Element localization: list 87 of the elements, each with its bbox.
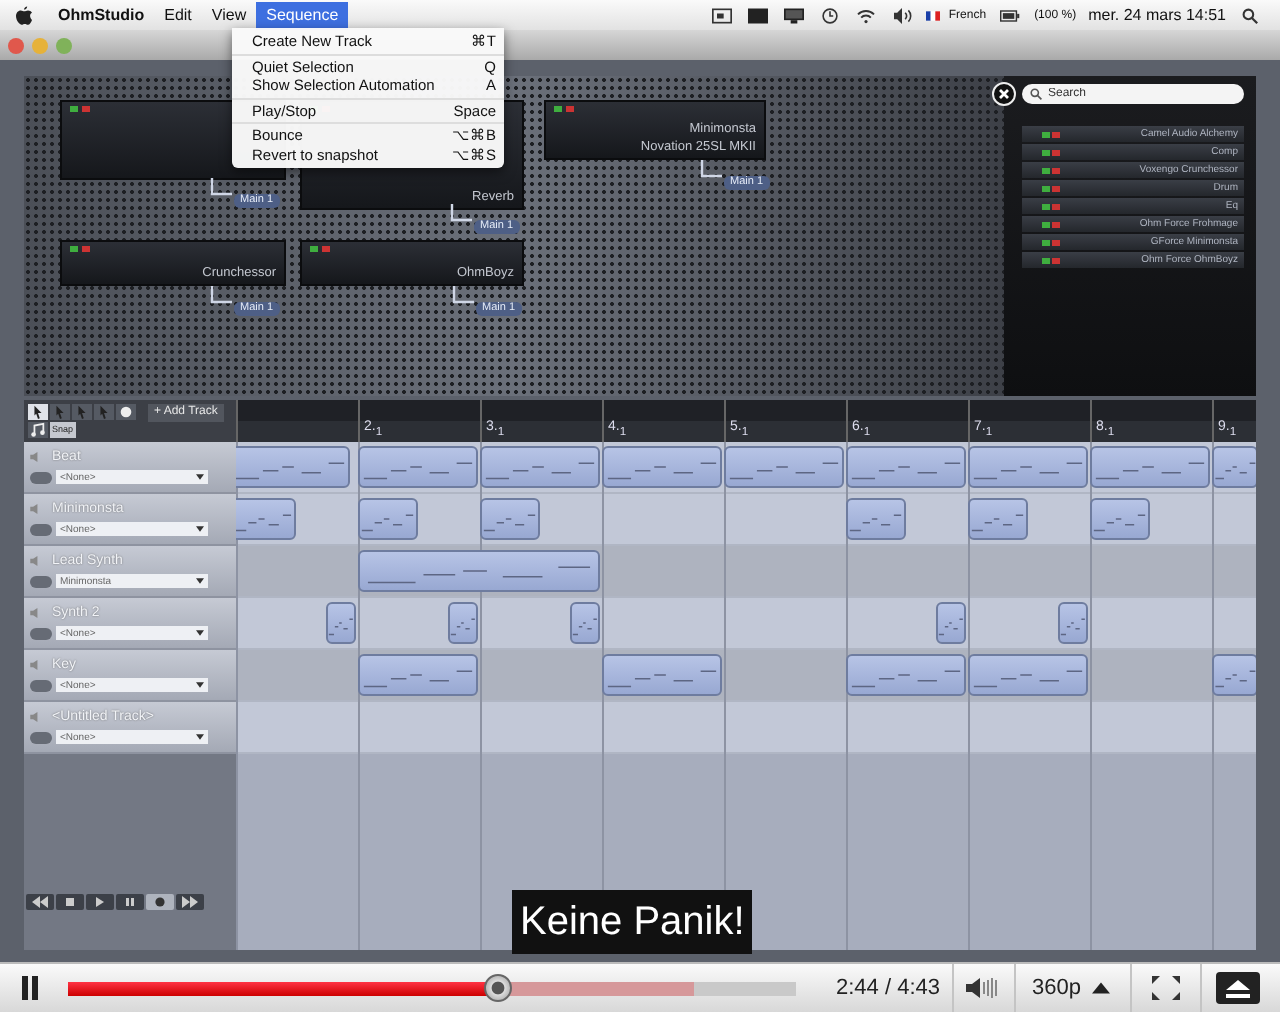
toggle-button[interactable]: [30, 627, 52, 639]
progress-handle[interactable]: [483, 973, 512, 1001]
music-note-icon[interactable]: [28, 422, 48, 438]
toggle-button[interactable]: [30, 575, 52, 587]
camera-icon[interactable]: [712, 7, 733, 23]
apple-logo-icon[interactable]: [16, 5, 32, 25]
connector-line: [700, 160, 724, 180]
midi-clip[interactable]: [724, 446, 844, 488]
midi-clip[interactable]: [326, 602, 356, 644]
midi-clip[interactable]: [236, 446, 350, 488]
transport-button[interactable]: [86, 894, 114, 910]
caret-icon[interactable]: [196, 630, 204, 636]
midi-clip[interactable]: [236, 498, 295, 540]
transport-button[interactable]: [26, 894, 54, 910]
midi-clip[interactable]: [358, 550, 600, 592]
search-icon: [1030, 88, 1042, 100]
battery-icon[interactable]: [1000, 7, 1021, 23]
speaker-icon[interactable]: [30, 659, 42, 669]
midi-clip[interactable]: [1090, 498, 1149, 540]
clock-icon[interactable]: [820, 7, 841, 23]
midi-clip[interactable]: [1212, 446, 1256, 488]
minimize-button[interactable]: [32, 37, 48, 53]
close-icon[interactable]: [992, 82, 1016, 106]
menu-item[interactable]: Edit: [154, 1, 202, 29]
monitor-icon[interactable]: [784, 7, 805, 23]
transport-button[interactable]: [176, 894, 204, 910]
midi-clip[interactable]: [448, 602, 478, 644]
connector-line: [450, 204, 474, 224]
transport-button[interactable]: [146, 894, 174, 910]
flag-icon: [926, 9, 941, 21]
clock[interactable]: mer. 24 mars 14:51: [1088, 6, 1226, 24]
caret-icon[interactable]: [196, 526, 204, 532]
volume-icon[interactable]: [892, 7, 913, 23]
toggle-button[interactable]: [30, 471, 52, 483]
speaker-icon[interactable]: [30, 607, 42, 617]
midi-clip[interactable]: [846, 446, 966, 488]
caret-icon[interactable]: [196, 474, 204, 480]
speaker-icon[interactable]: [30, 711, 42, 721]
midi-clip[interactable]: [358, 446, 478, 488]
midi-clip[interactable]: [1058, 602, 1088, 644]
midi-clip[interactable]: [968, 446, 1088, 488]
midi-clip[interactable]: [480, 498, 539, 540]
transport-button[interactable]: [56, 894, 84, 910]
zoom-button[interactable]: [56, 37, 72, 53]
transport-button[interactable]: [116, 894, 144, 910]
quality-button[interactable]: 360p: [1032, 976, 1081, 1000]
tool-icon[interactable]: [28, 404, 48, 420]
speaker-icon[interactable]: [30, 503, 42, 513]
speaker-icon[interactable]: [30, 451, 42, 461]
midi-clip[interactable]: [480, 446, 600, 488]
midi-clip[interactable]: [846, 498, 905, 540]
expand-button[interactable]: [1216, 972, 1261, 1004]
midi-clip[interactable]: [358, 654, 478, 696]
menu-item[interactable]: OhmStudio: [48, 1, 155, 29]
caret-icon[interactable]: [196, 734, 204, 740]
menu-item[interactable]: View: [201, 1, 257, 29]
time-display: 2:44 / 4:43: [836, 976, 940, 1000]
wifi-icon[interactable]: [856, 7, 877, 23]
fullscreen-icon[interactable]: [1152, 976, 1181, 1000]
toggle-button[interactable]: [30, 679, 52, 691]
pause-icon[interactable]: [20, 976, 40, 1000]
close-button[interactable]: [8, 37, 24, 53]
menu-item[interactable]: Sequence: [256, 1, 349, 29]
midi-clip[interactable]: [358, 498, 417, 540]
midi-clip[interactable]: [602, 446, 722, 488]
midi-clip[interactable]: [1090, 446, 1210, 488]
midi-clip[interactable]: [602, 654, 722, 696]
midi-clip[interactable]: [968, 498, 1027, 540]
midi-clip[interactable]: [936, 602, 966, 644]
midi-clip[interactable]: [1212, 654, 1256, 696]
connector-line: [210, 286, 234, 306]
toggle-button[interactable]: [30, 731, 52, 743]
caret-icon[interactable]: [196, 578, 204, 584]
caret-icon[interactable]: [1092, 982, 1111, 994]
subtitle-caption: Keine Panik!: [512, 890, 753, 954]
volume-icon[interactable]: [966, 976, 1002, 1000]
speaker-icon[interactable]: [30, 555, 42, 565]
gear-icon[interactable]: [116, 404, 136, 420]
toggle-button[interactable]: [30, 523, 52, 535]
midi-clip[interactable]: [570, 602, 600, 644]
search-icon[interactable]: [1240, 7, 1260, 23]
caret-icon[interactable]: [196, 682, 204, 688]
connector-line: [452, 286, 476, 306]
midi-clip[interactable]: [968, 654, 1088, 696]
connector-line: [210, 178, 234, 198]
midi-clip[interactable]: [846, 654, 966, 696]
display-icon[interactable]: [748, 7, 769, 23]
